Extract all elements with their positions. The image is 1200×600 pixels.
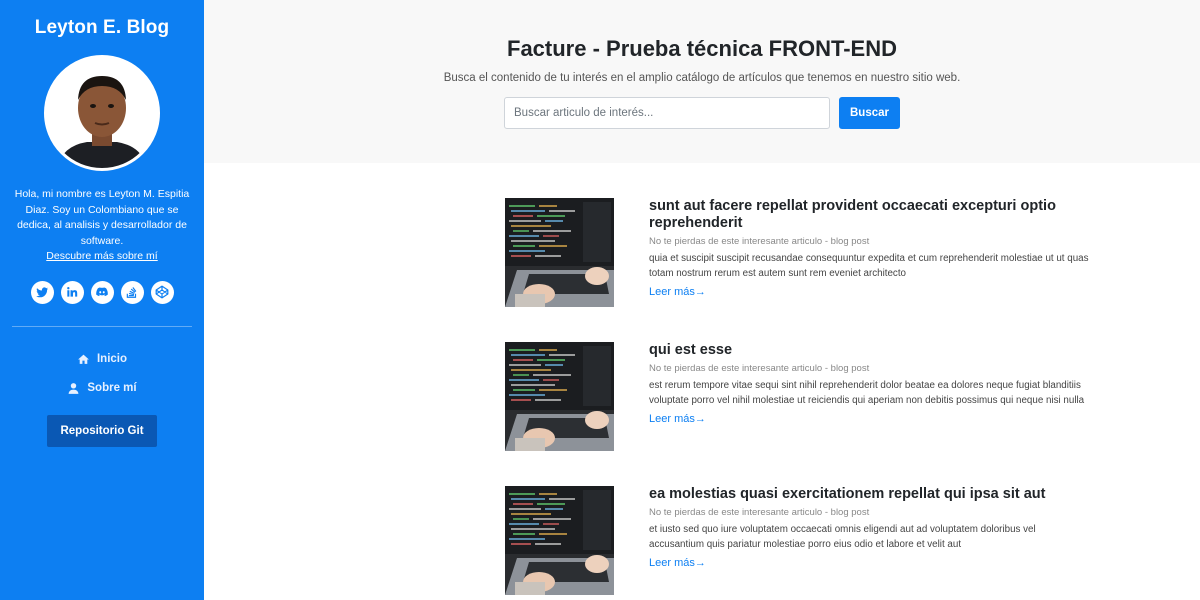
home-icon bbox=[78, 354, 89, 364]
post-thumbnail[interactable] bbox=[505, 342, 614, 451]
sidebar-nav: Inicio Sobre mí bbox=[0, 345, 204, 403]
blog-post: sunt aut facere repellat provident occae… bbox=[505, 198, 1095, 307]
read-more-link[interactable]: Leer más→ bbox=[649, 286, 706, 298]
search-input[interactable] bbox=[504, 97, 830, 129]
discord-icon[interactable] bbox=[90, 280, 114, 304]
user-icon bbox=[69, 382, 79, 394]
hero-section: Facture - Prueba técnica FRONT-END Busca… bbox=[204, 0, 1200, 163]
sidebar-item-inicio[interactable]: Inicio bbox=[0, 345, 204, 374]
social-links bbox=[0, 280, 204, 304]
page-title: Facture - Prueba técnica FRONT-END bbox=[507, 36, 897, 61]
search-bar: Buscar bbox=[204, 97, 1200, 129]
blog-post: qui est esse No te pierdas de este inter… bbox=[505, 342, 1095, 451]
sidebar: Leyton E. Blog Hola, mi nombre es Leyton… bbox=[0, 0, 204, 600]
twitter-icon[interactable] bbox=[30, 280, 54, 304]
repository-git-button[interactable]: Repositorio Git bbox=[47, 414, 157, 447]
post-excerpt: est rerum tempore vitae sequi sint nihil… bbox=[649, 380, 1085, 407]
post-meta: No te pierdas de este interesante articu… bbox=[649, 363, 870, 374]
sidebar-divider bbox=[12, 325, 192, 327]
sidebar-item-sobre-mi[interactable]: Sobre mí bbox=[0, 374, 204, 403]
bio-text: Hola, mi nombre es Leyton M. Espitia Dia… bbox=[14, 188, 190, 247]
read-more-link[interactable]: Leer más→ bbox=[649, 413, 706, 425]
about-me-link[interactable]: Descubre más sobre mí bbox=[46, 250, 157, 262]
post-excerpt: quia et suscipit suscipit recusandae con… bbox=[649, 253, 1089, 280]
codepen-icon[interactable] bbox=[150, 280, 174, 304]
post-excerpt: et iusto sed quo iure voluptatem occaeca… bbox=[649, 524, 1036, 551]
blog-brand[interactable]: Leyton E. Blog bbox=[0, 17, 204, 39]
blog-post: ea molestias quasi exercitationem repell… bbox=[505, 486, 1095, 595]
sidebar-item-label: Inicio bbox=[96, 353, 128, 365]
page-subtitle: Busca el contenido de tu interés en el a… bbox=[443, 72, 961, 84]
avatar bbox=[44, 55, 160, 171]
search-button[interactable]: Buscar bbox=[839, 97, 900, 129]
post-thumbnail[interactable] bbox=[505, 198, 614, 307]
stackoverflow-icon[interactable] bbox=[120, 280, 144, 304]
post-title[interactable]: qui est esse bbox=[649, 342, 1089, 359]
post-thumbnail[interactable] bbox=[505, 486, 614, 595]
post-title[interactable]: ea molestias quasi exercitationem repell… bbox=[649, 486, 1089, 503]
post-meta: No te pierdas de este interesante articu… bbox=[649, 507, 870, 518]
sidebar-item-label: Sobre mí bbox=[87, 382, 137, 394]
linkedin-icon[interactable] bbox=[60, 280, 84, 304]
read-more-link[interactable]: Leer más→ bbox=[649, 557, 706, 569]
post-title[interactable]: sunt aut facere repellat provident occae… bbox=[649, 198, 1089, 232]
post-meta: No te pierdas de este interesante articu… bbox=[649, 236, 870, 247]
